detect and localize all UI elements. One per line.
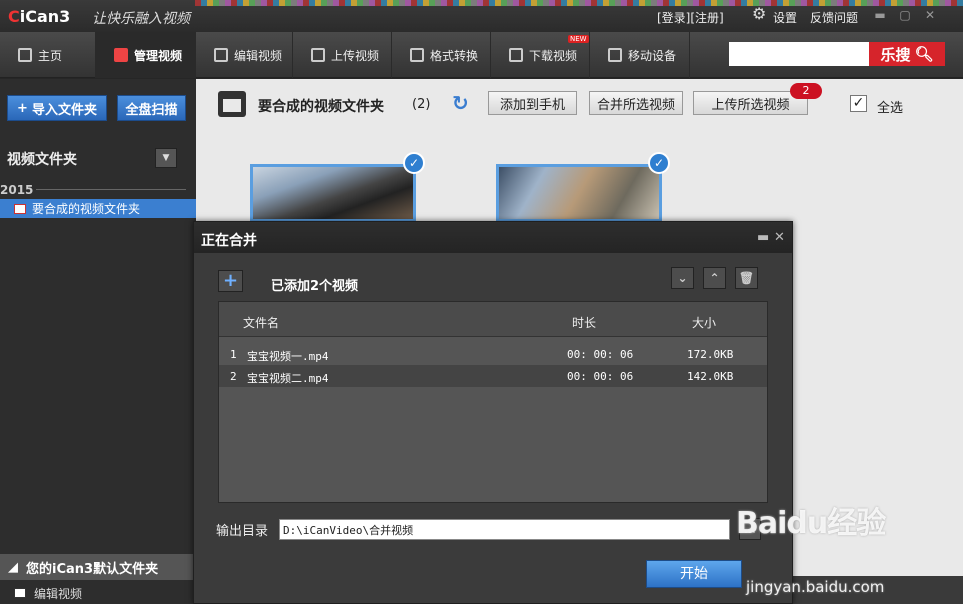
chevron-down-icon[interactable]: ▼: [155, 148, 177, 168]
close-button[interactable]: ✕: [924, 9, 936, 21]
login-register-link[interactable]: [登录][注册]: [657, 9, 724, 26]
logo-text: iCan3: [19, 7, 71, 26]
col-size: 大小: [692, 316, 717, 330]
edit-item-label: 编辑视频: [34, 586, 83, 601]
decorative-stripe: [195, 0, 963, 6]
search-input[interactable]: [729, 42, 869, 66]
list-header: 文件名 时长 大小: [219, 302, 767, 337]
dialog-title: 正在合并: [201, 233, 257, 249]
table-row[interactable]: 1 宝宝视频一.mp4 00: 00: 06 172.0KB: [219, 343, 767, 365]
folder-icon: [218, 91, 246, 117]
minimize-button[interactable]: ▬: [874, 9, 886, 21]
new-badge: NEW: [568, 35, 589, 43]
dialog-header: 正在合并 ▬ ✕: [194, 222, 792, 253]
row-filename: 宝宝视频二.mp4: [247, 372, 329, 385]
nav-label: 管理视频: [134, 48, 183, 63]
col-filename: 文件名: [243, 316, 280, 330]
nav-label: 下载视频: [529, 48, 578, 63]
select-all-checkbox[interactable]: ✓: [850, 95, 867, 112]
upload-icon: [311, 48, 325, 62]
title-bar: CiCan3 让快乐融入视频 [登录][注册] ⚙ 设置 反馈问题 ▬ ▢ ✕: [0, 0, 963, 32]
download-icon: [509, 48, 523, 62]
app-slogan: 让快乐融入视频: [92, 11, 190, 27]
added-count-label: 已添加2个视频: [271, 279, 359, 294]
add-to-phone-button[interactable]: 添加到手机: [488, 91, 577, 115]
gear-icon[interactable]: ⚙: [752, 6, 768, 22]
search-button-label: 乐搜: [880, 45, 911, 64]
folder-icon: [14, 203, 26, 214]
import-folder-label: 导入文件夹: [31, 102, 97, 118]
sidebar: + 导入文件夹 全盘扫描 视频文件夹 ▼ 2015 要合成的视频文件夹 ◢ 您的iC…: [0, 79, 196, 604]
row-filename: 宝宝视频一.mp4: [247, 350, 329, 363]
video-list: 文件名 时长 大小 1 宝宝视频一.mp4 00: 00: 06 172.0KB…: [218, 301, 768, 503]
output-dir-label: 输出目录: [216, 524, 269, 539]
home-icon: [18, 48, 32, 62]
full-scan-button[interactable]: 全盘扫描: [117, 95, 186, 121]
nav-home[interactable]: 主页: [0, 32, 96, 78]
select-all-label: 全选: [877, 101, 904, 116]
checkmark-icon[interactable]: ✓: [403, 152, 425, 174]
merge-dialog: 正在合并 ▬ ✕ + 已添加2个视频 ⌄ ⌃ 🗑︎ 文件名 时长 大小 1 宝宝…: [193, 221, 793, 604]
output-dir-input[interactable]: [279, 519, 730, 540]
row-duration: 00: 00: 06: [567, 370, 634, 383]
video-manage-icon: [114, 48, 128, 62]
mobile-icon: [608, 48, 622, 62]
nav-label: 编辑视频: [234, 48, 283, 63]
close-icon[interactable]: ✕: [774, 230, 785, 245]
nav-label: 移动设备: [628, 48, 677, 63]
year-group: 2015: [0, 183, 34, 197]
refresh-icon[interactable]: ↻: [452, 91, 469, 115]
settings-link[interactable]: 设置: [773, 9, 797, 26]
nav-edit-video[interactable]: 编辑视频: [196, 32, 293, 78]
move-down-button[interactable]: ⌄: [671, 267, 694, 289]
row-size: 172.0KB: [687, 348, 734, 361]
nav-mobile-device[interactable]: 移动设备: [590, 32, 690, 78]
triangle-icon: ◢: [8, 559, 18, 575]
folder-icon: [14, 588, 26, 598]
nav-upload-video[interactable]: 上传视频: [293, 32, 392, 78]
sidebar-folder-item[interactable]: 要合成的视频文件夹: [0, 199, 196, 218]
merge-selected-button[interactable]: 合并所选视频: [589, 91, 683, 115]
row-size: 142.0KB: [687, 370, 734, 383]
sidebar-item-edit-video[interactable]: 编辑视频: [0, 582, 196, 604]
convert-icon: [410, 48, 424, 62]
nav-label: 上传视频: [331, 48, 380, 63]
app-logo: CiCan3: [8, 7, 70, 26]
search-button[interactable]: 乐搜 🔍︎: [869, 42, 945, 66]
logo-c-mark: C: [8, 7, 20, 26]
feedback-link[interactable]: 反馈问题: [810, 9, 858, 26]
watermark-url: jingyan.baidu.com: [746, 578, 885, 596]
trash-icon[interactable]: 🗑︎: [735, 267, 758, 289]
col-duration: 时长: [572, 316, 597, 330]
row-index: 2: [230, 370, 237, 383]
add-video-button[interactable]: +: [218, 270, 243, 292]
default-folder-label: 您的iCan3默认文件夹: [26, 561, 159, 577]
nav-format-convert[interactable]: 格式转换: [392, 32, 491, 78]
nav-label: 主页: [38, 48, 63, 63]
search-icon: 🔍︎: [914, 45, 934, 63]
video-thumbnail[interactable]: [250, 164, 416, 222]
upload-count-badge: 2: [790, 83, 822, 99]
folder-title: 要合成的视频文件夹: [258, 99, 384, 115]
plus-icon: +: [17, 100, 28, 116]
nav-label: 格式转换: [430, 48, 479, 63]
row-index: 1: [230, 348, 237, 361]
nav-manage-video[interactable]: 管理视频: [96, 32, 196, 78]
sidebar-title: 视频文件夹: [7, 152, 77, 168]
folder-label: 要合成的视频文件夹: [32, 202, 141, 216]
minimize-icon[interactable]: ▬: [757, 230, 769, 245]
divider: [36, 189, 186, 190]
video-thumbnail[interactable]: [496, 164, 662, 222]
start-button[interactable]: 开始: [646, 560, 742, 588]
import-folder-button[interactable]: + 导入文件夹: [7, 95, 107, 121]
maximize-button[interactable]: ▢: [899, 9, 911, 21]
checkmark-icon[interactable]: ✓: [648, 152, 670, 174]
table-row[interactable]: 2 宝宝视频二.mp4 00: 00: 06 142.0KB: [219, 365, 767, 387]
video-count: (2): [412, 97, 431, 112]
default-folder-section[interactable]: ◢ 您的iCan3默认文件夹: [0, 554, 196, 580]
move-up-button[interactable]: ⌃: [703, 267, 726, 289]
baidu-watermark: Baidu经验: [736, 506, 886, 541]
edit-icon: [214, 48, 228, 62]
row-duration: 00: 00: 06: [567, 348, 634, 361]
